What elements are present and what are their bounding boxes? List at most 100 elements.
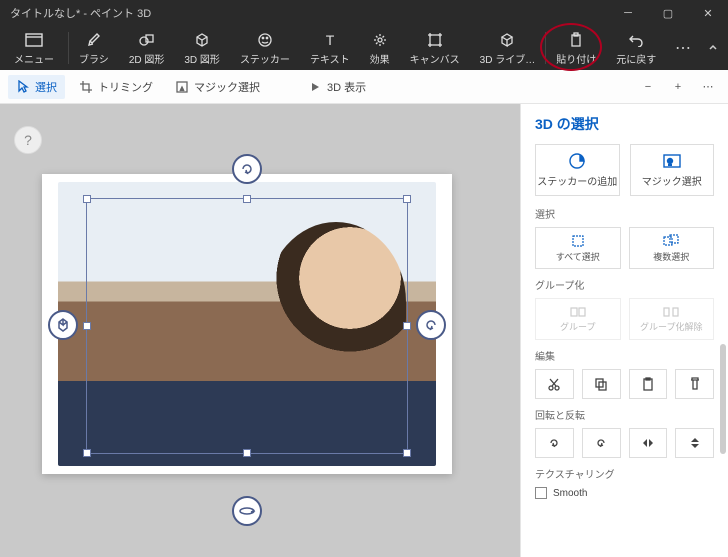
magic-select-button[interactable]: マジック選択	[630, 144, 715, 196]
svg-text:T: T	[326, 32, 335, 48]
menu-label: メニュー	[14, 51, 54, 66]
brush-label: ブラシ	[79, 51, 109, 66]
ribbon: メニュー ブラシ 2D 図形 3D 図形 ステッカー T テキスト 効果	[0, 26, 728, 70]
magic-select-tool[interactable]: マジック選択	[167, 75, 268, 99]
ribbon-right: ⋯	[668, 26, 728, 70]
flip-vertical-button[interactable]	[675, 428, 714, 458]
sticker-label: ステッカー	[240, 51, 290, 66]
help-label: ?	[24, 132, 32, 148]
canvas-area[interactable]: ?	[0, 104, 520, 557]
lib3d-icon	[499, 31, 515, 49]
canvas-icon	[427, 31, 443, 49]
cut-button[interactable]	[535, 369, 574, 399]
undo-icon	[628, 31, 644, 49]
brush-button[interactable]: ブラシ	[69, 26, 119, 70]
side-panel: 3D の選択 ステッカーの追加 マジック選択 選択 すべて選択	[520, 104, 728, 557]
section-select-label: 選択	[535, 206, 714, 221]
select-all-label: すべて選択	[556, 250, 600, 263]
expand-button[interactable]	[698, 26, 728, 70]
menu-button[interactable]: メニュー	[0, 26, 68, 70]
magic-select-label: マジック選択	[642, 173, 702, 188]
app-window: タイトルなし* - ペイント 3D ─ ▢ ✕ メニュー ブラシ 2D 図形 3…	[0, 0, 728, 557]
photo-content	[58, 182, 436, 466]
canvas[interactable]	[42, 174, 452, 474]
effect-label: 効果	[370, 51, 390, 66]
undo-label: 元に戻す	[616, 51, 656, 66]
play-icon	[308, 80, 322, 94]
section-group-label: グループ化	[535, 277, 714, 292]
close-button[interactable]: ✕	[688, 0, 728, 26]
maximize-button[interactable]: ▢	[648, 0, 688, 26]
edit-row	[535, 369, 714, 399]
panel-row: すべて選択 複数選択	[535, 227, 714, 269]
view3d-label: 3D 表示	[327, 79, 366, 95]
shapes2d-button[interactable]: 2D 図形	[119, 26, 175, 70]
select-label: 選択	[35, 79, 57, 95]
text-label: テキスト	[310, 51, 350, 66]
smooth-checkbox[interactable]: Smooth	[535, 487, 714, 499]
text-icon: T	[323, 31, 337, 49]
rotate-x-handle[interactable]	[232, 154, 262, 184]
zoom-out-button[interactable]: −	[636, 75, 660, 99]
view3d-tool[interactable]: 3D 表示	[300, 75, 374, 99]
shapes2d-label: 2D 図形	[129, 51, 165, 66]
lib3d-button[interactable]: 3D ライブ…	[470, 26, 546, 70]
delete-button[interactable]	[675, 369, 714, 399]
help-button[interactable]: ?	[14, 126, 42, 154]
rotate-row	[535, 428, 714, 458]
window-title: タイトルなし* - ペイント 3D	[10, 5, 608, 21]
magic-icon	[175, 80, 189, 94]
smooth-label: Smooth	[553, 488, 587, 499]
effect-button[interactable]: 効果	[360, 26, 400, 70]
select-all-icon	[571, 234, 585, 248]
panel-scrollbar[interactable]	[720, 344, 726, 454]
rotate-cw-button[interactable]	[582, 428, 621, 458]
more-button[interactable]: ⋯	[668, 26, 698, 70]
canvas-button[interactable]: キャンバス	[400, 26, 470, 70]
add-sticker-button[interactable]: ステッカーの追加	[535, 144, 620, 196]
add-sticker-label: ステッカーの追加	[537, 173, 617, 188]
select-tool[interactable]: 選択	[8, 75, 65, 99]
crop-label: トリミング	[98, 79, 153, 95]
copy-button[interactable]	[582, 369, 621, 399]
zoom-in-button[interactable]: +	[666, 75, 690, 99]
crop-tool[interactable]: トリミング	[71, 75, 161, 99]
ungroup-button: グループ化解除	[629, 298, 715, 340]
section-rotate-label: 回転と反転	[535, 407, 714, 422]
group-label: グループ	[560, 320, 595, 333]
menu-icon	[25, 31, 43, 49]
section-edit-label: 編集	[535, 348, 714, 363]
sticker-icon	[568, 152, 586, 170]
panel-heading: 3D の選択	[535, 114, 714, 134]
rotate-ccw-button[interactable]	[535, 428, 574, 458]
lib3d-label: 3D ライブ…	[480, 51, 536, 66]
titlebar: タイトルなし* - ペイント 3D ─ ▢ ✕	[0, 0, 728, 26]
main-area: ? 3D の選択	[0, 104, 728, 557]
magic-label: マジック選択	[194, 79, 260, 95]
paste-button-side[interactable]	[629, 369, 668, 399]
magic-select-icon	[662, 152, 682, 170]
multi-select-button[interactable]: 複数選択	[629, 227, 715, 269]
sticker-icon	[257, 31, 273, 49]
rotate-y-handle[interactable]	[416, 310, 446, 340]
undo-button[interactable]: 元に戻す	[606, 26, 666, 70]
shapes3d-button[interactable]: 3D 図形	[174, 26, 230, 70]
shapes3d-icon	[194, 31, 210, 49]
cursor-icon	[16, 80, 30, 94]
brush-icon	[87, 31, 101, 49]
rotate-z-handle[interactable]	[232, 496, 262, 526]
minimize-button[interactable]: ─	[608, 0, 648, 26]
flip-horizontal-button[interactable]	[629, 428, 668, 458]
ungroup-label: グループ化解除	[640, 320, 702, 333]
paste-button[interactable]: 貼り付け	[546, 26, 606, 70]
paste-label: 貼り付け	[556, 51, 596, 66]
shapes2d-icon	[138, 31, 156, 49]
depth-handle[interactable]	[48, 310, 78, 340]
sticker-button[interactable]: ステッカー	[230, 26, 300, 70]
text-button[interactable]: T テキスト	[300, 26, 360, 70]
group-button: グループ	[535, 298, 621, 340]
select-all-button[interactable]: すべて選択	[535, 227, 621, 269]
more-options-button[interactable]: ⋯	[696, 75, 720, 99]
ungroup-icon	[663, 306, 679, 318]
multi-select-label: 複数選択	[653, 250, 689, 263]
